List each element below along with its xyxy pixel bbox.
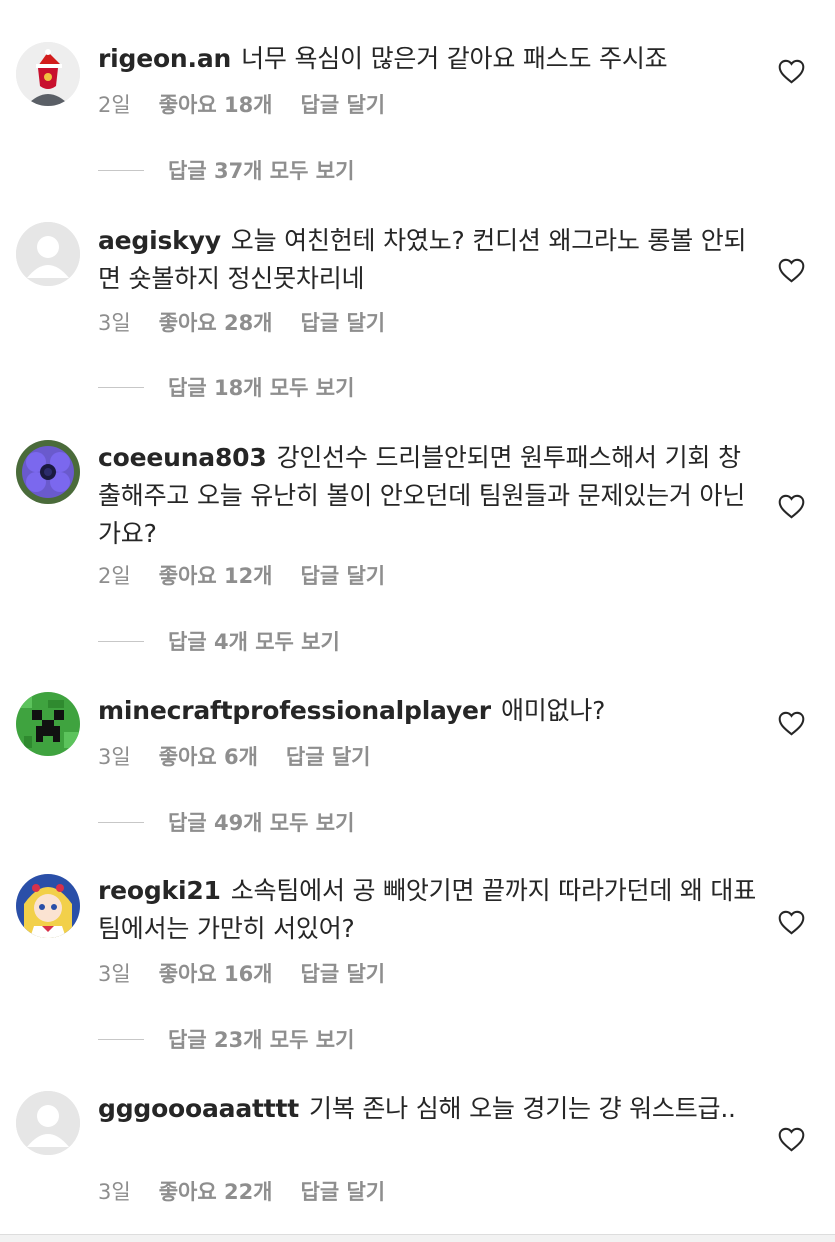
purple-flower-icon [16,440,80,504]
view-replies-button[interactable]: 답글 37개 모두 보기 [98,155,354,185]
comment-text: reogki21 소속팀에서 공 빼앗기면 끝까지 따라가던데 왜 대표팀에서는 … [98,872,758,948]
comment-meta: 3일 좋아요 16개 답글 달기 [98,958,385,988]
comment-time: 2일 [98,93,131,117]
creeper-icon [16,692,80,756]
avatar[interactable] [16,440,80,504]
comment-meta: 3일 좋아요 22개 답글 달기 [98,1176,385,1206]
comment-text: aegiskyy 오늘 여친헌테 차였노? 컨디션 왜그라노 롱볼 안되면 숏볼하… [98,222,758,298]
divider-line [98,821,144,823]
comment-time: 3일 [98,1180,131,1204]
comment-body: 너무 욕심이 많은거 같아요 패스도 주시죠 [241,44,668,73]
comment-text: rigeon.an 너무 욕심이 많은거 같아요 패스도 주시죠 [98,40,758,78]
heart-icon[interactable] [778,1127,805,1152]
reply-button[interactable]: 답글 달기 [301,311,386,335]
comment-meta: 2일 좋아요 18개 답글 달기 [98,89,385,119]
view-replies-label: 답글 18개 모두 보기 [168,376,355,400]
comment-meta: 3일 좋아요 28개 답글 달기 [98,307,385,337]
comment-username[interactable]: gggoooaaatttt [98,1094,299,1123]
comment-text: coeeuna803 강인선수 드리블안되면 원투패스해서 기회 창출해주고 오늘… [98,439,758,553]
divider-line [98,640,144,642]
comment-text: minecraftprofessionalplayer 애미없나? [98,692,758,730]
comment-username[interactable]: rigeon.an [98,44,231,73]
comment-likes[interactable]: 좋아요 18개 [159,93,273,117]
comment-body: 애미없나? [500,696,606,725]
view-replies-button[interactable]: 답글 4개 모두 보기 [98,626,340,656]
default-person-icon [16,1091,80,1155]
comment-username[interactable]: aegiskyy [98,226,221,255]
comment-likes[interactable]: 좋아요 22개 [159,1180,273,1204]
avatar[interactable] [16,874,80,938]
comment-time: 3일 [98,311,131,335]
heart-icon[interactable] [778,494,805,519]
reply-button[interactable]: 답글 달기 [301,93,386,117]
avatar[interactable] [16,692,80,756]
view-replies-button[interactable]: 답글 49개 모두 보기 [98,807,354,837]
divider-line [98,1038,144,1040]
heart-icon[interactable] [778,711,805,736]
divider-line [98,169,144,171]
heart-icon[interactable] [778,910,805,935]
anime-character-icon [16,874,80,938]
avatar[interactable] [16,222,80,286]
comment-likes[interactable]: 좋아요 12개 [159,564,273,588]
comment-time: 2일 [98,564,131,588]
default-person-icon [16,222,80,286]
view-replies-label: 답글 4개 모두 보기 [168,630,340,654]
comment-time: 3일 [98,962,131,986]
reply-button[interactable]: 답글 달기 [286,745,371,769]
comment-likes[interactable]: 좋아요 16개 [159,962,273,986]
reply-button[interactable]: 답글 달기 [301,564,386,588]
reply-button[interactable]: 답글 달기 [301,1180,386,1204]
heart-icon[interactable] [778,258,805,283]
avatar[interactable] [16,42,80,106]
liverpool-crest-icon [16,42,80,106]
view-replies-button[interactable]: 답글 18개 모두 보기 [98,372,354,402]
view-replies-label: 답글 49개 모두 보기 [168,811,355,835]
comment-username[interactable]: minecraftprofessionalplayer [98,696,491,725]
view-replies-label: 답글 23개 모두 보기 [168,1028,355,1052]
comment-meta: 3일 좋아요 6개 답글 달기 [98,741,370,771]
comment-likes[interactable]: 좋아요 28개 [159,311,273,335]
view-replies-label: 답글 37개 모두 보기 [168,159,355,183]
divider-line [98,386,144,388]
comment-username[interactable]: coeeuna803 [98,443,267,472]
view-replies-button[interactable]: 답글 23개 모두 보기 [98,1024,354,1054]
comment-body: 기복 존나 심해 오늘 경기는 걍 워스트급.. [309,1094,736,1123]
heart-icon[interactable] [778,59,805,84]
comment-username[interactable]: reogki21 [98,876,221,905]
comment-likes[interactable]: 좋아요 6개 [159,745,258,769]
avatar[interactable] [16,1091,80,1155]
reply-button[interactable]: 답글 달기 [301,962,386,986]
comment-text: gggoooaaatttt 기복 존나 심해 오늘 경기는 걍 워스트급.. [98,1090,758,1128]
comment-meta: 2일 좋아요 12개 답글 달기 [98,560,385,590]
comment-time: 3일 [98,745,131,769]
